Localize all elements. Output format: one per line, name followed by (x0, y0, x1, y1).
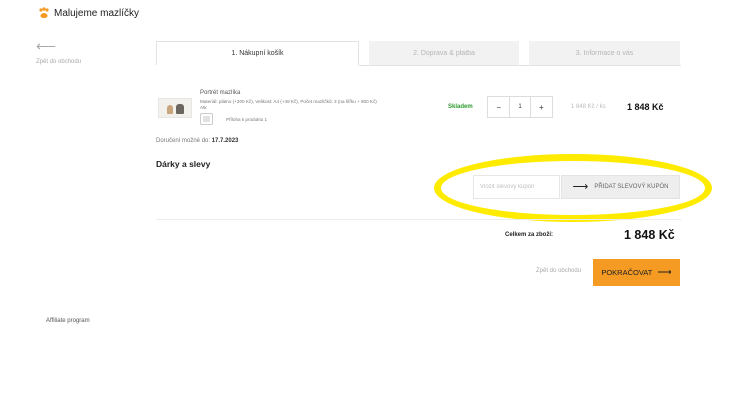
logo-text: Malujeme mazlíčky (54, 7, 140, 19)
arrow-left-icon: ⟵ (36, 38, 57, 54)
back-to-shop-bottom-link[interactable]: Zpět do obchodu (536, 268, 581, 274)
continue-button[interactable]: POKRAČOVAT ⟶ (593, 259, 680, 286)
qty-decrease-button[interactable]: − (488, 97, 509, 117)
tabs-divider (359, 65, 681, 66)
logo[interactable]: Malujeme mazlíčky (38, 7, 139, 19)
delivery-info: Doručení možné do: 17.7.2023 (156, 138, 238, 144)
add-coupon-label: PŘIDAT SLEVOVÝ KUPÓN (594, 184, 669, 190)
quantity-stepper: − 1 + (487, 96, 553, 118)
delivery-date: 17.7.2023 (211, 138, 239, 144)
tab-cart[interactable]: 1. Nákupní košík (156, 41, 359, 65)
arrow-right-icon: ⟶ (572, 181, 589, 193)
delivery-prefix: Doručení možné do: (156, 138, 212, 144)
checkout-steps: 1. Nákupní košík 2. Doprava & platba 3. … (156, 41, 681, 65)
attachment-icon[interactable] (200, 113, 213, 125)
qty-input[interactable]: 1 (509, 97, 531, 117)
summary-divider (156, 219, 681, 220)
total-label: Celkem za zboží: (505, 232, 554, 238)
unit-price: 1 848 Kč / ks (571, 104, 606, 110)
back-to-shop-label: Zpět do obchodu (36, 59, 82, 65)
product-thumbnail[interactable] (158, 98, 192, 118)
tab-shipping-payment[interactable]: 2. Doprava & platba (369, 41, 519, 65)
affiliate-link[interactable]: Affiliate program (46, 318, 90, 324)
total-value: 1 848 Kč (624, 228, 675, 242)
tab-customer-info[interactable]: 3. Informace o vás (529, 41, 680, 65)
product-name[interactable]: Portrét mazlíka (200, 90, 240, 96)
line-total: 1 848 Kč (627, 102, 664, 112)
coupon-input[interactable] (473, 175, 560, 199)
product-options: Materiál: plátno (+200 Kč), Velikost: A4… (200, 99, 377, 110)
discounts-title: Dárky a slevy (156, 159, 211, 169)
qty-increase-button[interactable]: + (531, 97, 552, 117)
add-coupon-button[interactable]: ⟶ PŘIDAT SLEVOVÝ KUPÓN (561, 175, 680, 199)
stock-status: Skladem (448, 104, 473, 110)
paw-icon (39, 7, 49, 18)
continue-label: POKRAČOVAT (601, 268, 653, 277)
arrow-right-icon: ⟶ (657, 266, 672, 278)
attachment-label: Příloha k produktu 1 (226, 117, 268, 122)
back-to-shop-link[interactable]: ⟵ Zpět do obchodu (36, 38, 81, 65)
